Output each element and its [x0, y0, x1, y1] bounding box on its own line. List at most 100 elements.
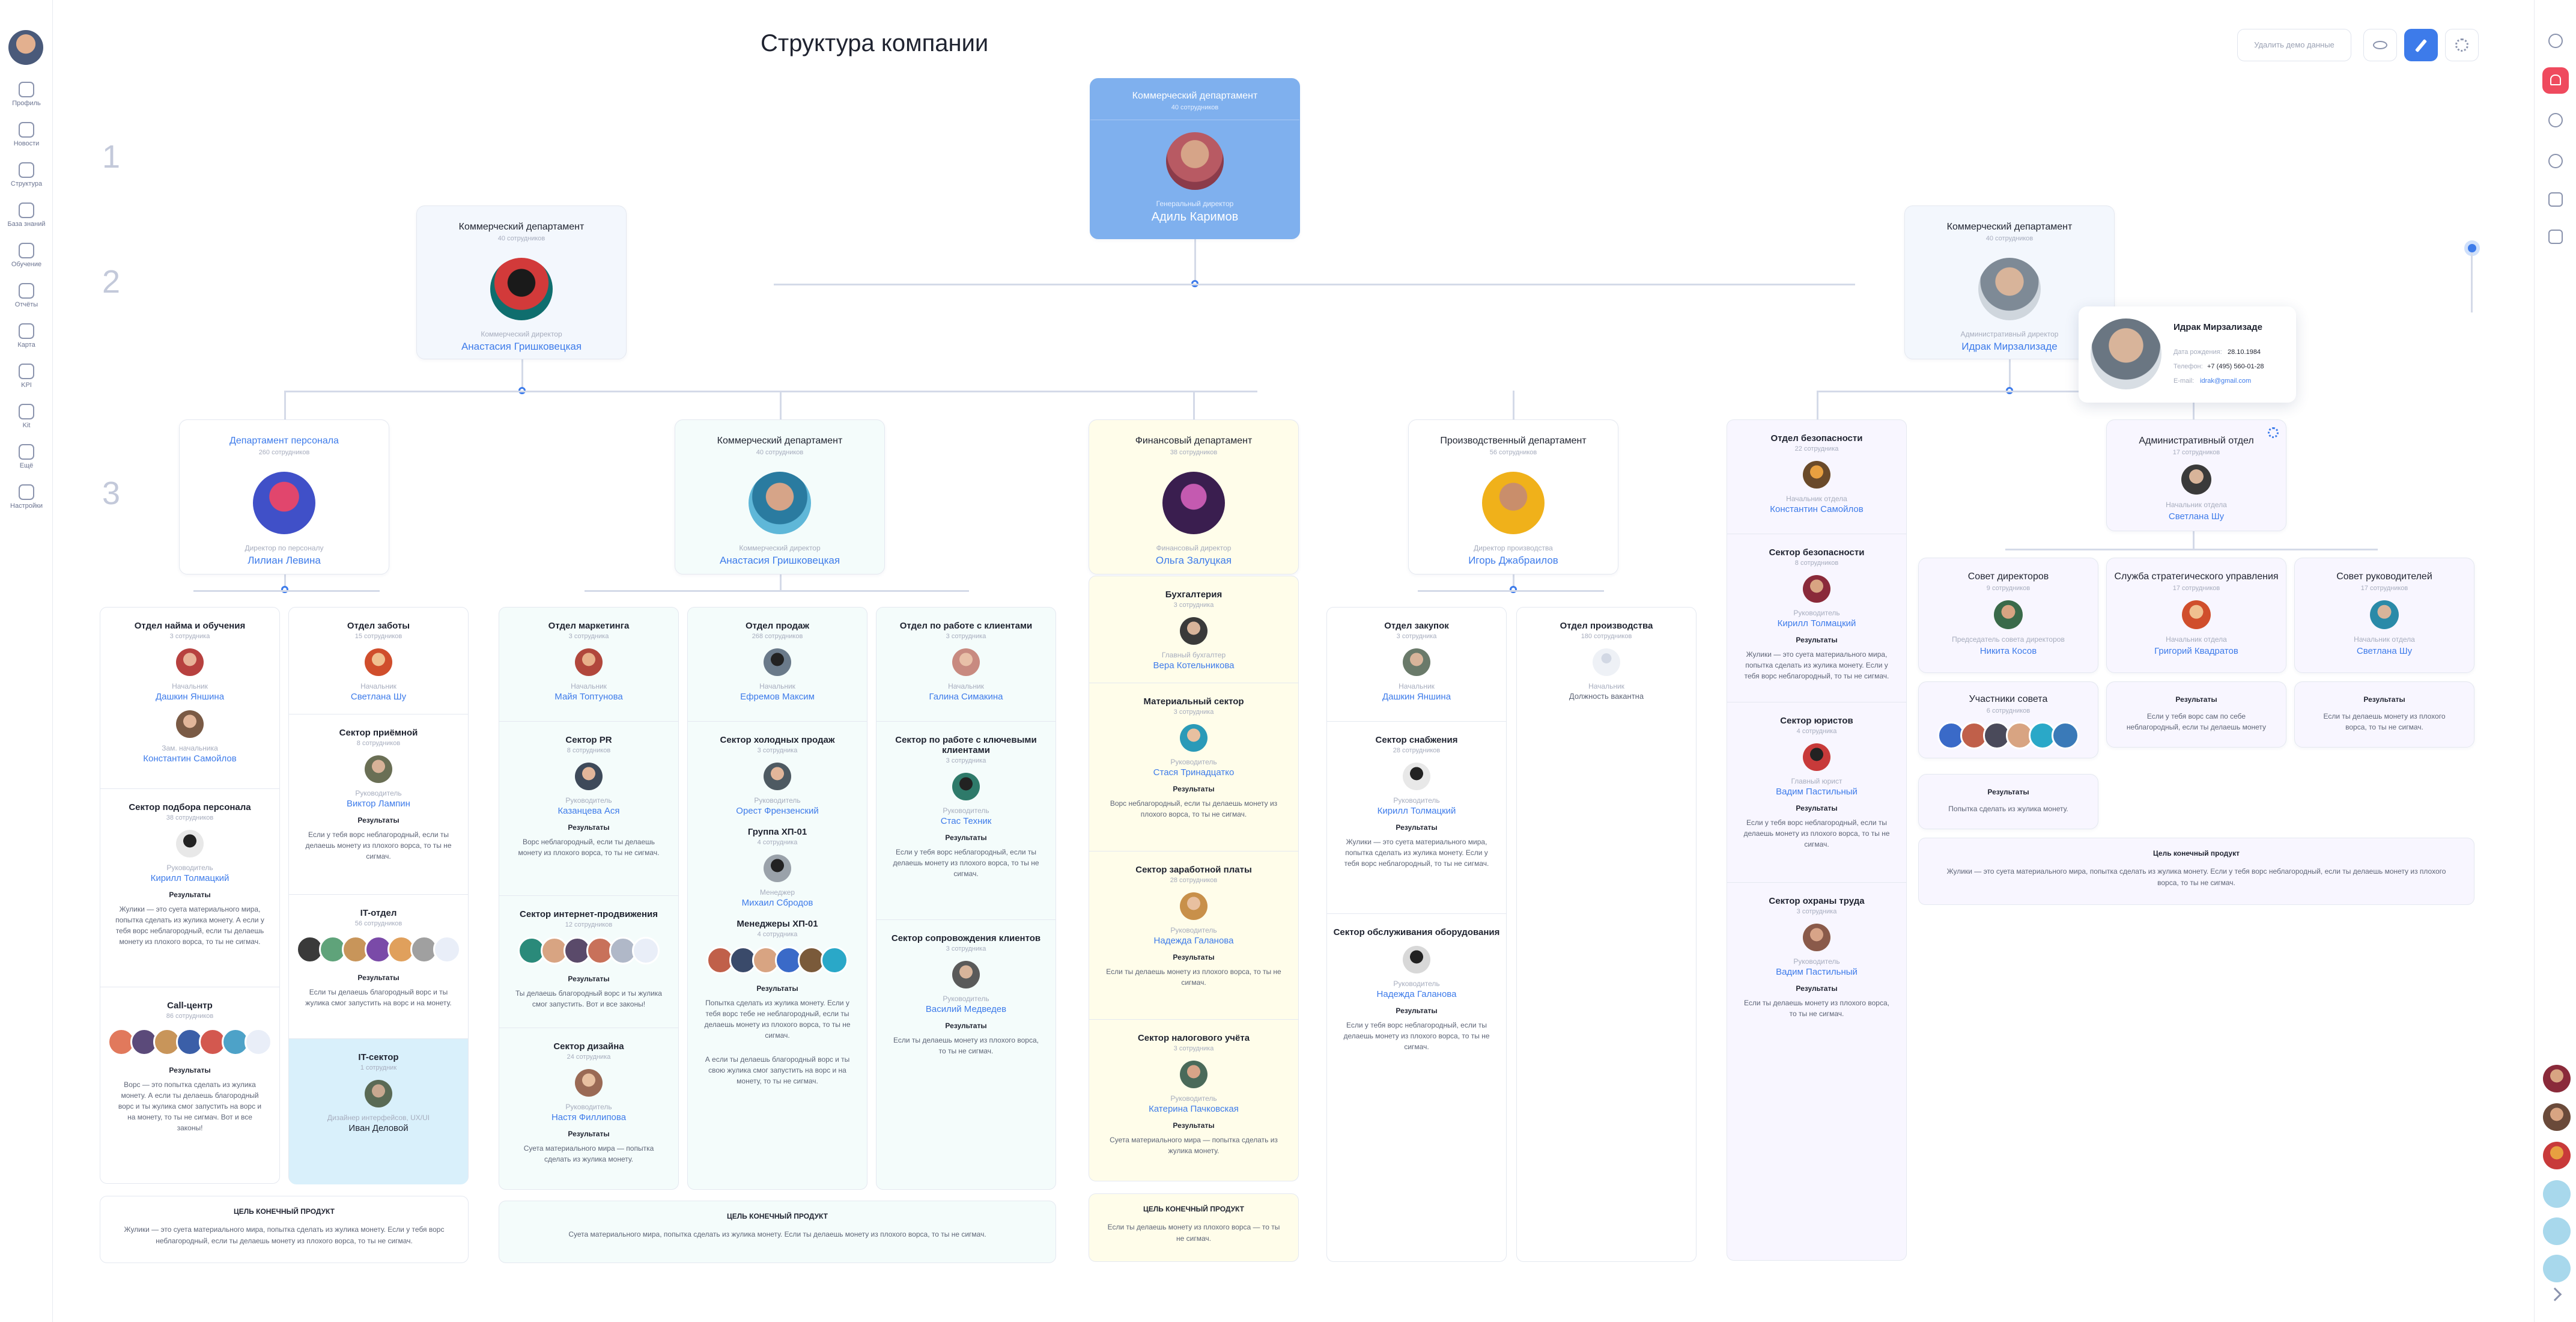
section-card[interactable]: Отдел продаж 268 сотрудников Начальник Е… [688, 608, 867, 722]
pencil-icon [2414, 38, 2428, 53]
results-text: Жулики — это суета материального мира, п… [1744, 650, 1889, 680]
dept-card-finance[interactable]: Финансовый департамент 38 сотрудников Фи… [1089, 419, 1299, 574]
notifications-button[interactable] [2542, 67, 2569, 94]
section-head: Настя Филлипова [551, 1112, 627, 1122]
section-card[interactable]: Сектор безопасности 8 сотрудников Руково… [1727, 534, 1906, 702]
help-icon[interactable] [2548, 34, 2563, 48]
zoom-slider-track[interactable] [2471, 252, 2473, 312]
section-title: Сектор обслуживания оборудования [1333, 927, 1500, 937]
contact-avatar[interactable] [2543, 1142, 2571, 1169]
chat-icon[interactable] [2548, 154, 2563, 168]
document-icon[interactable] [2548, 230, 2563, 244]
section-card[interactable]: Отдел производства 180 сотрудников Начал… [1517, 608, 1696, 722]
gear-icon[interactable] [2268, 427, 2279, 438]
section-card[interactable]: Отдел по работе с клиентами 3 сотрудника… [876, 608, 1056, 722]
popup-email[interactable]: idrak@gmail.com [2200, 377, 2251, 385]
popup-phone: +7 (495) 560-01-28 [2207, 363, 2264, 370]
section-card[interactable]: Отдел маркетинга 3 сотрудника Начальник … [499, 608, 678, 722]
avatar [1994, 600, 2023, 629]
view-button[interactable] [2363, 29, 2397, 61]
sidebar-item[interactable]: Профиль [0, 82, 53, 107]
results-text: Если у тебя ворс неблагородный, если ты … [1743, 818, 1890, 848]
sidebar-item[interactable]: Kit [0, 404, 53, 429]
section-card[interactable]: Отдел безопасности 22 сотрудника Начальн… [1727, 420, 1906, 534]
section-card[interactable]: Сектор охраны труда 3 сотрудника Руковод… [1727, 883, 1906, 1045]
root-department-card[interactable]: Коммерческий департамент 40 сотрудников … [1090, 78, 1300, 239]
section-card[interactable]: Сектор сопровождения клиентов 3 сотрудни… [876, 920, 1056, 1088]
section-head: Майя Топтунова [554, 692, 623, 702]
section-title: Сектор PR [565, 735, 612, 745]
results-heading: Результаты [1796, 636, 1838, 644]
sidebar-item[interactable]: Обучение [0, 243, 53, 268]
section-card[interactable]: Сектор налогового учёта 3 сотрудника Рук… [1089, 1020, 1298, 1182]
contact-avatar[interactable] [2543, 1103, 2571, 1131]
section-card[interactable]: Отдел заботы 15 сотрудников Начальник Св… [289, 608, 468, 714]
section-card[interactable]: Сектор обслуживания оборудования Руковод… [1327, 914, 1506, 1094]
section-card[interactable]: Сектор подбора персонала 38 сотрудников … [100, 789, 279, 987]
mail-icon[interactable] [2548, 192, 2563, 207]
section-role: Руководитель [1793, 957, 1840, 966]
settings-button[interactable] [2445, 29, 2479, 61]
sidebar-item[interactable]: Новости [0, 122, 53, 147]
section-role: Главный юрист [1791, 777, 1842, 785]
council-members-card[interactable]: Участники совета 6 сотрудников [1918, 681, 2098, 758]
section-card[interactable]: Сектор юристов 4 сотрудника Главный юрис… [1727, 702, 1906, 883]
admin-sub-card[interactable]: Совет руководителей 17 сотрудников Начал… [2294, 558, 2474, 673]
results-text: А если ты делаешь благородный ворс и ты … [705, 1055, 850, 1085]
sidebar-item[interactable]: Ещё [0, 444, 53, 469]
admin-count: 17 сотрудников [2172, 449, 2220, 456]
edit-button[interactable] [2404, 29, 2438, 61]
section-card[interactable]: Сектор дизайна 24 сотрудника Руководител… [499, 1028, 678, 1190]
popup-email-label: E-mail: [2174, 377, 2195, 385]
dept-card-personnel[interactable]: Департамент персонала 260 сотрудников Ди… [179, 419, 389, 574]
section-card[interactable]: Call-центр 86 сотрудников Результаты Вор… [100, 987, 279, 1184]
chevron-right-icon[interactable] [2548, 1287, 2562, 1302]
section-card[interactable]: Сектор заработной платы 28 сотрудников Р… [1089, 851, 1298, 1020]
section-title: Сектор по работе с ключевыми клиентами [895, 735, 1037, 755]
search-icon[interactable] [2548, 113, 2563, 127]
section-count: 3 сотрудника [1796, 908, 1837, 915]
lvl2-left-card[interactable]: Коммерческий департамент 40 сотрудников … [416, 206, 627, 359]
section-card[interactable]: Сектор PR 8 сотрудников Руководитель Каз… [499, 722, 678, 896]
admin-sub-card[interactable]: Совет директоров 9 сотрудников Председат… [1918, 558, 2098, 673]
section-card[interactable]: Сектор холодных продаж 3 сотрудника Руко… [688, 722, 867, 1085]
section-count: 4 сотрудника [1796, 728, 1837, 735]
section-role: Руководитель [1170, 758, 1217, 766]
admin-sub-card[interactable]: Служба стратегического управления 17 сот… [2106, 558, 2286, 673]
section-card[interactable]: Сектор приёмной 8 сотрудников Руководите… [289, 714, 468, 895]
sidebar-item[interactable]: Карта [0, 323, 53, 349]
avatar-group [1919, 722, 2098, 752]
dept-card-production[interactable]: Производственный департамент 56 сотрудни… [1408, 419, 1618, 574]
admin-title: Административный отдел [2139, 436, 2254, 446]
delete-demo-button[interactable]: Удалить демо данные [2237, 29, 2351, 61]
section-card[interactable]: Сектор интернет-продвижения 12 сотрудник… [499, 896, 678, 1028]
sidebar-item[interactable]: Настройки [0, 484, 53, 510]
results-heading: Результаты [2175, 695, 2217, 704]
contact-avatar[interactable] [2543, 1255, 2571, 1282]
section-card[interactable]: Материальный сектор 3 сотрудника Руковод… [1089, 683, 1298, 851]
section-card[interactable]: Отдел найма и обучения 3 сотрудника Нача… [100, 608, 279, 789]
section-head: Вадим Пастильный [1776, 967, 1858, 977]
sidebar-item[interactable]: База знаний [0, 203, 53, 228]
contact-avatar[interactable] [2543, 1065, 2571, 1092]
section-head: Дашкин Яншина [1382, 692, 1451, 702]
contact-avatar[interactable] [2543, 1217, 2571, 1245]
sidebar-item-label: Профиль [12, 100, 41, 107]
sidebar-item[interactable]: Структура [0, 162, 53, 187]
section-card[interactable]: Сектор снабжения 28 сотрудников Руководи… [1327, 722, 1506, 914]
section-count: 3 сотрудника [1396, 633, 1437, 640]
dept-card-commercial[interactable]: Коммерческий департамент 40 сотрудников … [675, 419, 885, 574]
contact-avatar[interactable] [2543, 1180, 2571, 1208]
section-card[interactable]: Сектор по работе с ключевыми клиентами 3… [876, 722, 1056, 920]
user-avatar[interactable] [8, 30, 43, 65]
avatar [1162, 472, 1225, 534]
sidebar-item[interactable]: Отчёты [0, 283, 53, 308]
section-card[interactable]: Бухгалтерия 3 сотрудника Главный бухгалт… [1089, 576, 1298, 683]
admin-department-card[interactable]: Административный отдел 17 сотрудников На… [2106, 419, 2286, 531]
avatar-group [688, 946, 867, 977]
column-finance: Бухгалтерия 3 сотрудника Главный бухгалт… [1089, 576, 1299, 1181]
sidebar-item[interactable]: KPI [0, 364, 53, 389]
section-card[interactable]: Отдел закупок 3 сотрудника Начальник Даш… [1327, 608, 1506, 722]
section-card[interactable]: IT-сектор 1 сотрудник Дизайнер интерфейс… [289, 1039, 468, 1184]
section-card[interactable]: IT-отдел 56 сотрудников Результаты Если … [289, 895, 468, 1039]
